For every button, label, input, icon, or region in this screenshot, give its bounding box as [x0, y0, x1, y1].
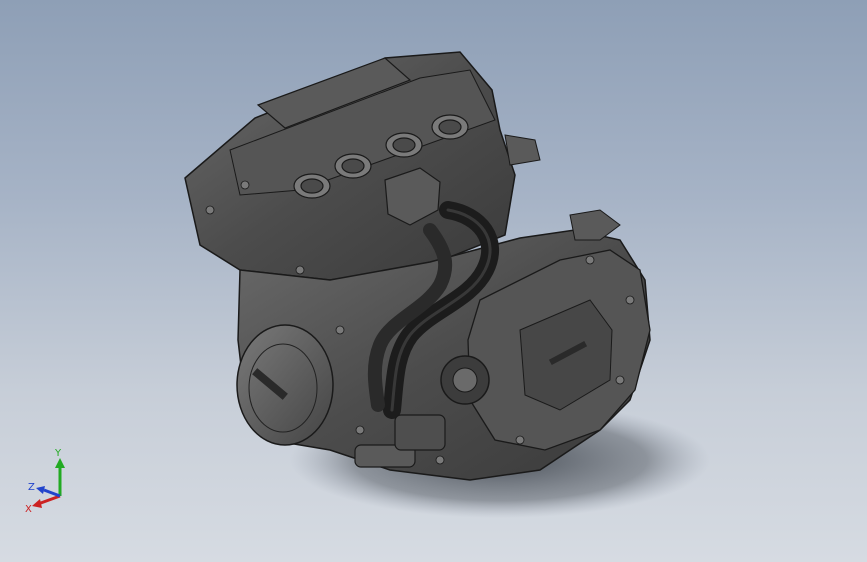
z-axis-label: Z — [28, 482, 35, 493]
water-pump — [394, 414, 446, 451]
z-axis-arrow — [36, 486, 45, 494]
z-axis-line — [43, 488, 61, 498]
graphics-viewport[interactable]: Y X Z — [0, 0, 867, 562]
drive-sprocket-hub — [452, 367, 478, 393]
y-axis-label: Y — [54, 448, 62, 459]
engine-mount-top — [504, 134, 541, 166]
y-axis-arrow — [55, 458, 65, 468]
x-axis-label: X — [25, 504, 32, 515]
alternator-cover[interactable] — [236, 324, 334, 446]
engine-model[interactable] — [0, 0, 867, 562]
x-axis-line — [37, 494, 61, 506]
reference-triad[interactable]: Y X Z — [22, 444, 78, 516]
engine-mount-rear — [569, 209, 621, 241]
x-axis-arrow — [32, 499, 42, 508]
